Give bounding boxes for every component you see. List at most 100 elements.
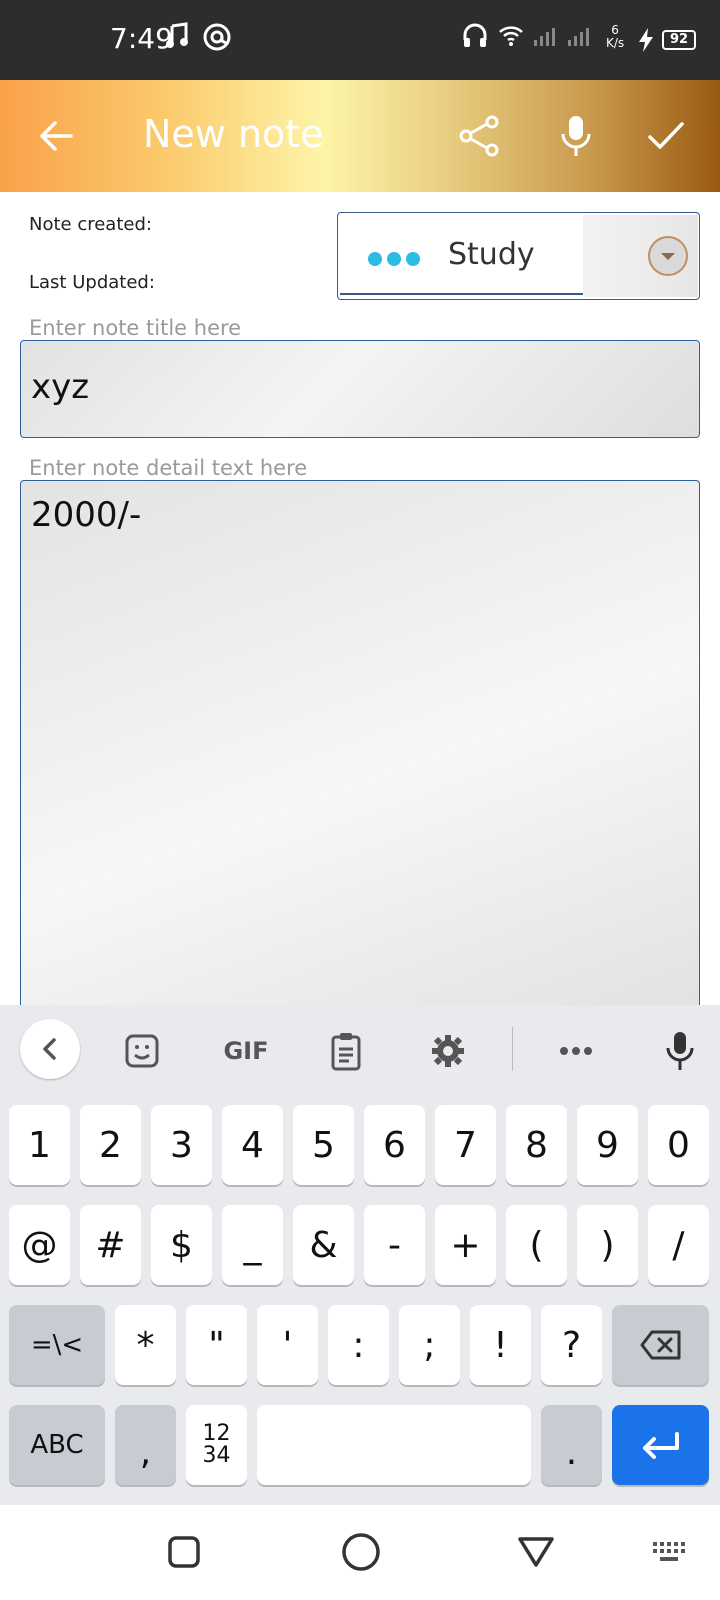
key-0[interactable]: 0 — [648, 1105, 709, 1185]
title-hint: Enter note title here — [29, 316, 242, 340]
key-exclamation[interactable]: ! — [470, 1305, 531, 1385]
more-horizontal-icon — [560, 1047, 592, 1055]
status-time: 7:49 — [110, 22, 173, 55]
detail-input-value: 2000/- — [31, 495, 142, 535]
save-button[interactable] — [638, 108, 694, 164]
chevron-down-icon — [661, 253, 675, 260]
key-slash[interactable]: / — [648, 1205, 709, 1285]
wifi-icon — [498, 22, 524, 52]
app-bar — [0, 80, 720, 192]
network-speed-unit: K/s — [606, 36, 625, 50]
microphone-icon — [561, 116, 591, 156]
share-icon — [459, 115, 499, 157]
category-selector[interactable]: Study — [337, 212, 700, 300]
abc-key[interactable]: ABC — [9, 1405, 105, 1485]
keyboard-voice-button[interactable] — [656, 1027, 704, 1075]
key-colon[interactable]: : — [328, 1305, 389, 1385]
sticker-icon — [125, 1034, 159, 1068]
key-underscore[interactable]: _ — [222, 1205, 283, 1285]
comma-key[interactable]: , — [115, 1405, 176, 1485]
back-button[interactable] — [30, 110, 82, 162]
key-5[interactable]: 5 — [293, 1105, 354, 1185]
signal-2-icon — [566, 22, 596, 52]
category-dropdown-button[interactable] — [648, 236, 688, 276]
period-key[interactable]: . — [541, 1405, 602, 1485]
gear-icon — [432, 1035, 464, 1067]
numpad-key[interactable]: 12 34 — [186, 1405, 247, 1485]
last-updated-label: Last Updated: — [29, 272, 155, 293]
note-created-label: Note created: — [29, 214, 152, 235]
key-asterisk[interactable]: * — [115, 1305, 176, 1385]
circle-icon — [342, 1533, 380, 1571]
key-6[interactable]: 6 — [364, 1105, 425, 1185]
key-semicolon[interactable]: ; — [399, 1305, 460, 1385]
at-sign-icon — [202, 22, 232, 56]
navigation-bar — [0, 1505, 720, 1600]
key-7[interactable]: 7 — [435, 1105, 496, 1185]
key-hash[interactable]: # — [80, 1205, 141, 1285]
headphones-icon — [462, 22, 488, 54]
battery-indicator: 92 — [662, 30, 696, 50]
backspace-icon — [640, 1330, 680, 1360]
page-title: New note — [143, 112, 324, 156]
backspace-key[interactable] — [612, 1305, 709, 1385]
share-button[interactable] — [452, 108, 508, 164]
key-9[interactable]: 9 — [577, 1105, 638, 1185]
checkmark-icon — [648, 122, 684, 149]
gif-button[interactable]: GIF — [212, 1027, 280, 1075]
key-ampersand[interactable]: & — [293, 1205, 354, 1285]
keyboard-icon — [653, 1542, 685, 1561]
back-arrow-icon — [40, 121, 73, 151]
key-8[interactable]: 8 — [506, 1105, 567, 1185]
clipboard-button[interactable] — [322, 1027, 370, 1075]
key-dollar[interactable]: $ — [151, 1205, 212, 1285]
detail-hint: Enter note detail text here — [29, 456, 308, 480]
key-1[interactable]: 1 — [9, 1105, 70, 1185]
keyboard-toolbar: GIF — [0, 1005, 720, 1097]
key-2[interactable]: 2 — [80, 1105, 141, 1185]
key-open-paren[interactable]: ( — [506, 1205, 567, 1285]
key-double-quote[interactable]: " — [186, 1305, 247, 1385]
detail-input[interactable]: 2000/- — [20, 480, 700, 1010]
more-options-button[interactable] — [552, 1027, 600, 1075]
key-minus[interactable]: - — [364, 1205, 425, 1285]
title-input-value: xyz — [31, 367, 90, 407]
key-3[interactable]: 3 — [151, 1105, 212, 1185]
category-selected-item: Study — [340, 215, 583, 295]
key-plus[interactable]: + — [435, 1205, 496, 1285]
key-4[interactable]: 4 — [222, 1105, 283, 1185]
triangle-back-icon — [518, 1537, 554, 1567]
keyboard: GIF 1 2 3 4 5 6 7 8 9 0 @ # $ _ & - + ( … — [0, 1005, 720, 1505]
enter-key[interactable] — [612, 1405, 709, 1485]
keyboard-settings-button[interactable] — [424, 1027, 472, 1075]
chevron-left-icon — [43, 1038, 56, 1060]
enter-icon — [642, 1432, 679, 1459]
category-dot — [406, 252, 420, 266]
key-at[interactable]: @ — [9, 1205, 70, 1285]
square-icon — [168, 1536, 200, 1568]
key-close-paren[interactable]: ) — [577, 1205, 638, 1285]
numpad-key-bottom: 34 — [202, 1443, 231, 1468]
clipboard-icon — [331, 1033, 361, 1071]
space-key[interactable] — [257, 1405, 531, 1485]
key-single-quote[interactable]: ' — [257, 1305, 318, 1385]
title-input[interactable]: xyz — [20, 340, 700, 438]
back-nav-button[interactable] — [511, 1527, 561, 1577]
toolbar-divider — [512, 1027, 513, 1071]
category-label: Study — [448, 237, 535, 272]
category-dot — [387, 252, 401, 266]
sticker-button[interactable] — [118, 1027, 166, 1075]
music-note-icon — [166, 22, 188, 54]
symbols-toggle-key[interactable]: =\< — [9, 1305, 105, 1385]
charging-icon — [636, 28, 656, 56]
signal-1-icon — [532, 22, 562, 52]
hide-keyboard-button[interactable] — [644, 1527, 694, 1577]
key-question[interactable]: ? — [541, 1305, 602, 1385]
category-dot — [368, 252, 382, 266]
home-button[interactable] — [336, 1527, 386, 1577]
voice-input-button[interactable] — [548, 108, 604, 164]
network-speed: 6 K/s — [606, 24, 624, 50]
numpad-key-top: 12 — [202, 1421, 231, 1446]
recents-button[interactable] — [159, 1527, 209, 1577]
keyboard-back-button[interactable] — [20, 1019, 80, 1079]
